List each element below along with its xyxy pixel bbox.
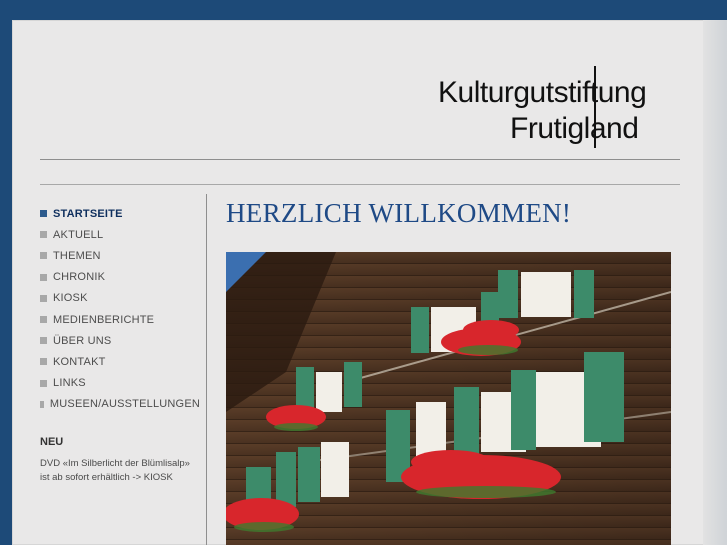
news-text[interactable]: DVD «Im Silberlicht der Blümlisalp» ist … xyxy=(40,457,205,485)
logo-line1: Kulturgutstiftung xyxy=(438,76,647,109)
nav-item-links[interactable]: LINKS xyxy=(40,373,200,394)
nav-item-museen[interactable]: MUSEEN/AUSSTELLUNGEN xyxy=(40,394,200,415)
nav-item-startseite[interactable]: STARTSEITE xyxy=(40,203,200,224)
bullet-icon xyxy=(40,400,44,408)
bullet-icon xyxy=(40,379,47,387)
nav-item-themen[interactable]: THEMEN xyxy=(40,245,200,266)
nav-item-ueber-uns[interactable]: ÜBER UNS xyxy=(40,330,200,351)
nav-label: CHRONIK xyxy=(53,271,106,284)
nav-label: KIOSK xyxy=(53,292,88,305)
nav-item-kiosk[interactable]: KIOSK xyxy=(40,288,200,309)
nav-label: ÜBER UNS xyxy=(53,334,112,347)
news-line1: DVD «Im Silberlicht der Blümlisalp» xyxy=(40,458,190,469)
bullet-icon xyxy=(40,231,47,239)
header-rule-top xyxy=(40,159,680,160)
bullet-icon xyxy=(40,358,47,366)
bullet-icon xyxy=(40,273,47,281)
column-divider xyxy=(206,194,207,545)
main-nav: STARTSEITE AKTUELL THEMEN CHRONIK KIOSK … xyxy=(40,203,200,415)
header-rule-bottom xyxy=(40,184,680,185)
nav-item-medienberichte[interactable]: MEDIENBERICHTE xyxy=(40,309,200,330)
bullet-icon xyxy=(40,337,47,345)
bullet-icon xyxy=(40,210,47,218)
news-line2[interactable]: ist ab sofort erhältlich -> KIOSK xyxy=(40,471,205,485)
left-border xyxy=(0,0,12,545)
nav-label: AKTUELL xyxy=(53,228,104,241)
news-heading: NEU xyxy=(40,436,64,448)
logo-bar xyxy=(594,66,596,148)
logo-line2: Frutigland xyxy=(510,112,639,145)
hero-photo xyxy=(226,252,671,545)
nav-label: KONTAKT xyxy=(53,355,106,368)
bullet-icon xyxy=(40,316,47,324)
nav-label: MEDIENBERICHTE xyxy=(53,313,155,326)
nav-item-aktuell[interactable]: AKTUELL xyxy=(40,224,200,245)
bullet-icon xyxy=(40,252,47,260)
nav-label: THEMEN xyxy=(53,249,101,262)
bullet-icon xyxy=(40,294,47,302)
nav-item-kontakt[interactable]: KONTAKT xyxy=(40,351,200,372)
nav-label: STARTSEITE xyxy=(53,207,123,220)
nav-label: MUSEEN/AUSSTELLUNGEN xyxy=(49,398,200,411)
nav-label: LINKS xyxy=(53,377,86,390)
paper-curl xyxy=(703,20,727,545)
page-title: HERZLICH WILLKOMMEN! xyxy=(226,198,572,228)
site-logo[interactable]: Kulturgutstiftung Frutigland xyxy=(438,66,678,148)
nav-item-chronik[interactable]: CHRONIK xyxy=(40,267,200,288)
